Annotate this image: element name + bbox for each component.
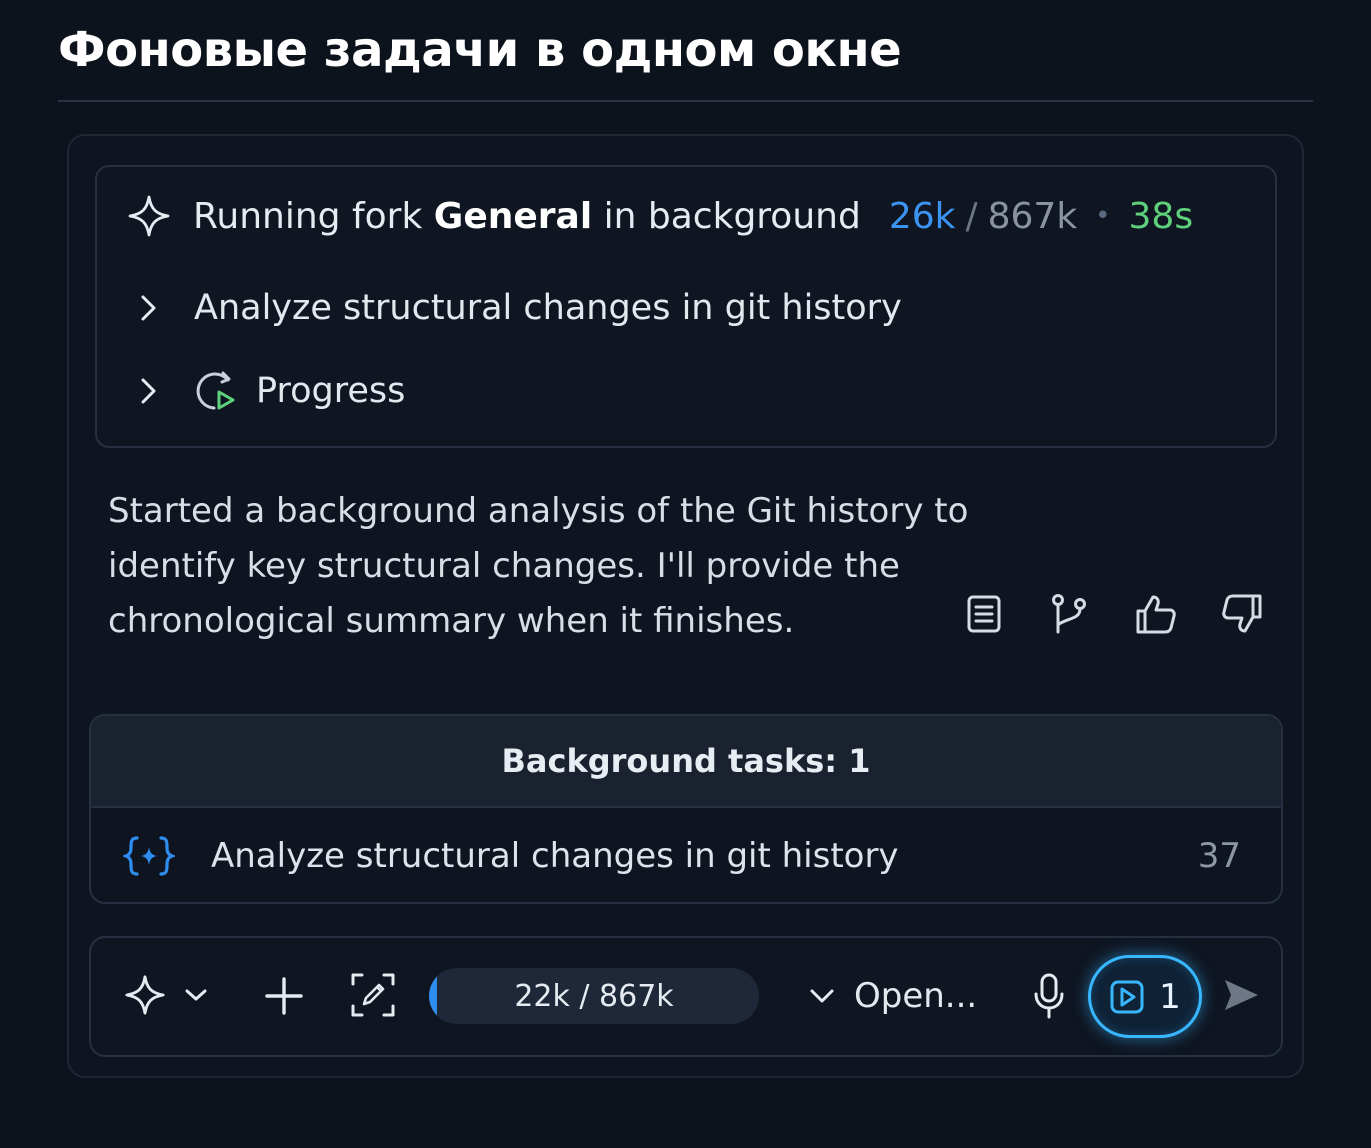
background-task-name: Analyze structural changes in git histor… — [211, 836, 899, 876]
context-usage-label: 22k / 867k — [514, 978, 674, 1014]
model-selector[interactable]: Open... — [808, 970, 977, 1022]
model-selector-label: Open... — [854, 976, 978, 1016]
play-square-icon — [1110, 980, 1144, 1013]
chevron-right-icon — [141, 378, 156, 404]
thumbs-down-icon[interactable] — [1220, 592, 1264, 636]
plus-icon[interactable] — [264, 976, 304, 1016]
context-usage-meter[interactable]: 22k / 867k — [429, 968, 759, 1024]
elapsed-time: 38s — [1128, 195, 1194, 237]
separator-dot: • — [1095, 201, 1111, 231]
background-tasks-count: 1 — [1159, 976, 1181, 1017]
fork-suffix: in background — [603, 195, 861, 237]
title-divider — [58, 100, 1313, 102]
chevron-down-icon — [810, 989, 834, 1003]
sparkle-icon[interactable] — [124, 974, 166, 1016]
background-task-count: 37 — [1197, 836, 1241, 876]
tokens-used: 26k — [888, 195, 956, 237]
background-tasks-panel: Background tasks: 1 Analyze structural c… — [89, 714, 1283, 904]
tokens-total: 867k — [987, 195, 1078, 237]
progress-play-icon — [196, 371, 235, 410]
fork-task-item[interactable]: Analyze structural changes in git histor… — [138, 284, 902, 332]
fork-agent-name: General — [433, 195, 593, 237]
page-title: Фоновые задачи в одном окне — [58, 22, 902, 78]
tokens-separator: / — [965, 195, 978, 237]
fork-header[interactable]: Running fork General in background 26k /… — [127, 192, 1193, 240]
sparkle-icon — [128, 195, 170, 237]
code-braces-icon — [123, 836, 175, 876]
send-icon[interactable] — [1222, 976, 1260, 1014]
chevron-right-icon — [141, 295, 156, 321]
background-tasks-header: Background tasks: 1 — [91, 716, 1281, 808]
fork-prefix: Running fork — [193, 195, 423, 237]
microphone-icon[interactable] — [1032, 972, 1066, 1020]
background-tasks-button[interactable]: 1 — [1088, 955, 1202, 1038]
assistant-message: Started a background analysis of the Git… — [108, 491, 969, 641]
copy-icon[interactable] — [962, 592, 1006, 636]
progress-label: Progress — [256, 371, 406, 411]
thumbs-up-icon[interactable] — [1134, 592, 1178, 636]
fork-progress-item[interactable]: Progress — [138, 366, 405, 416]
context-usage-fill — [429, 968, 438, 1024]
annotate-screen-icon[interactable] — [350, 972, 396, 1018]
branch-icon[interactable] — [1048, 592, 1092, 636]
background-task-row[interactable]: Analyze structural changes in git histor… — [91, 808, 1281, 902]
chevron-down-icon[interactable] — [183, 986, 209, 1004]
message-actions — [962, 592, 1264, 636]
fork-task-label: Analyze structural changes in git histor… — [194, 288, 902, 328]
